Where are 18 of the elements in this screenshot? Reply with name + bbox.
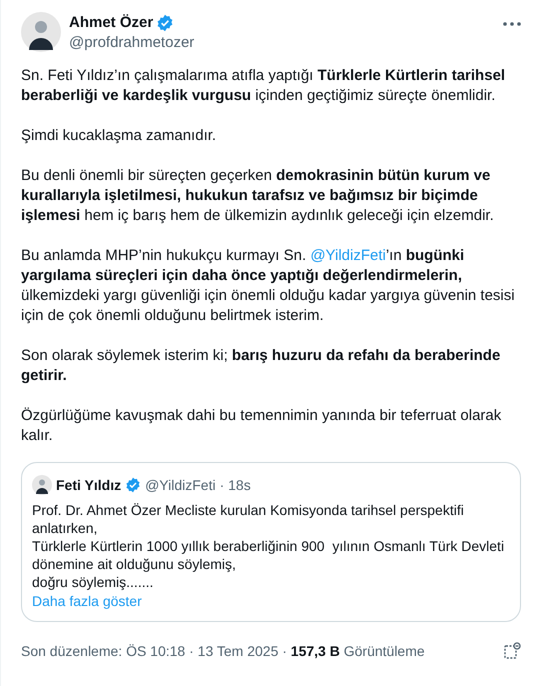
tweet-paragraph: Özgürlüğüme kavuşmak dahi bu temennimin yanında bir teferruat olarak kalır. — [21, 406, 502, 446]
tweet-meta: Son düzenleme: ÖS 10:18 · 13 Tem 2025 · 157,3 B Görüntüleme — [21, 643, 425, 659]
tweet-paragraph: Şimdi kucaklaşma zamanıdır. — [21, 126, 218, 146]
avatar[interactable] — [32, 475, 52, 495]
quoted-tweet-text: Prof. Dr. Ahmet Özer Mecliste kurulan Komisyonda tarihsel perspektifi anlatırken, Türklerle Kürtlerin 1000 yıllık beraberliğinin 900 yılının Osmanlı Türk Devleti dönemine ait olduğunu söylemiş, doğru söylemiş....... — [32, 501, 506, 591]
author-name[interactable]: Ahmet Özer — [69, 14, 154, 31]
edit-history-icon[interactable] — [503, 642, 521, 660]
quoted-author-name: Feti Yıldız — [56, 477, 122, 493]
quoted-timestamp: · 18s — [220, 477, 251, 493]
more-options-icon[interactable] — [503, 22, 521, 26]
tweet-paragraph: Bu denli önemli bir süreçten geçerken demokrasinin bütün kurum ve kurallarıyla işletilmesi, hukukun tarafsız ve bağımsız bir biçimde işlemesi hem iç barış hem de ülkemizin aydınlık geleceği için elzemdir. — [21, 166, 495, 226]
quoted-author-handle: @YildizFeti — [145, 477, 216, 493]
quoted-tweet-card[interactable] — [21, 462, 521, 622]
tweet-paragraph: Sn. Feti Yıldız’ın çalışmalarıma atıfla yaptığı Türklerle Kürtlerin tarihsel beraberliği ve kardeşlik vurgusu içinden geçtiğimiz süreçte önemlidir. — [21, 66, 506, 106]
avatar[interactable] — [21, 12, 61, 52]
tweet-paragraph: Bu anlamda MHP’nin hukukçu kurmayı Sn. @YildizFeti’ın bugünki yargılama süreçleri için daha önce yaptığı değerlendirmelerin, ülkemizdeki yargı güvenliği için önemli olduğu kadar yargıya güvenin tesisi için de çok önemli olduğunu belirtmek isterim. — [21, 246, 516, 326]
author-handle[interactable]: @profdrahmetozer — [69, 34, 495, 50]
tweet-paragraph: Son olarak söylemek isterim ki; barış huzuru da refahı da beraberinde getirir. — [21, 346, 502, 386]
